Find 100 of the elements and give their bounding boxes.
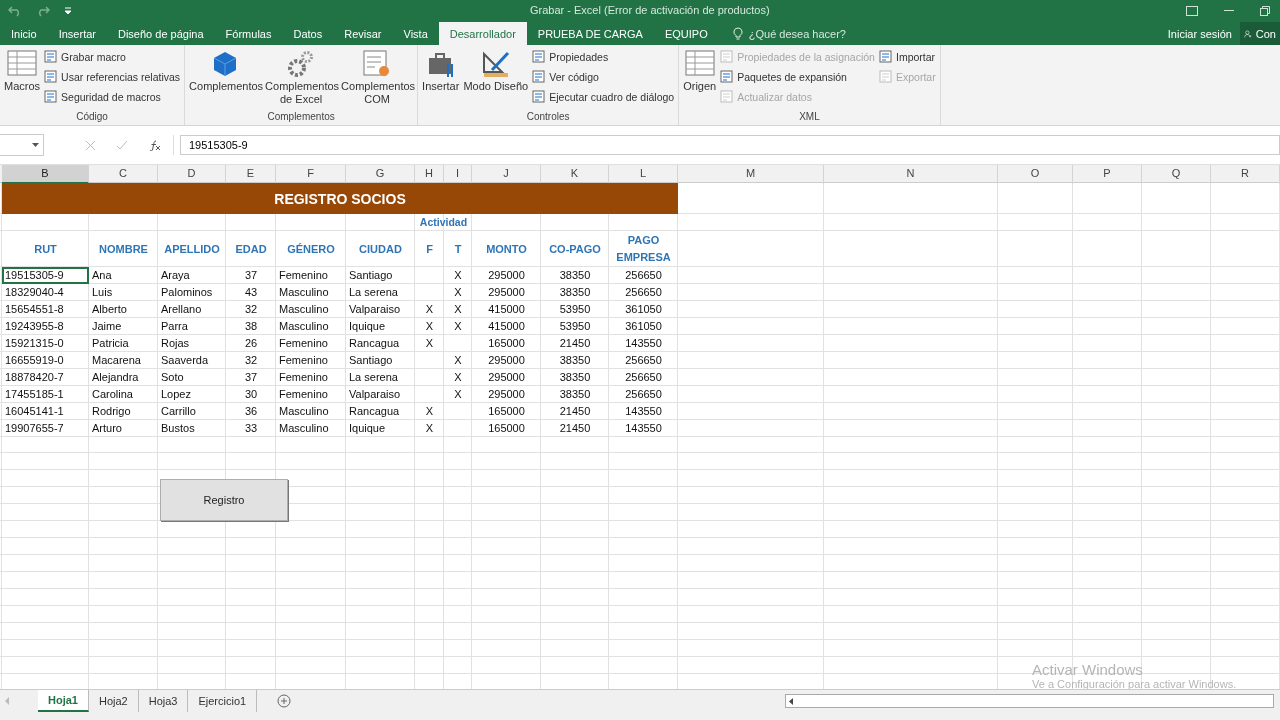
- table-cell-text: Saaverda: [160, 353, 210, 368]
- table-header: CO-PAGO: [548, 241, 602, 257]
- ribbon-tab[interactable]: Datos: [282, 22, 334, 45]
- table-cell-text: Masculino: [278, 319, 330, 334]
- table-cell-text: 165000: [487, 404, 526, 419]
- ribbon-tab[interactable]: EQUIPO: [653, 22, 719, 45]
- table-cell-text: Valparaiso: [348, 387, 402, 402]
- table-cell-text: 53950: [558, 319, 592, 334]
- activation-title: Activar Windows: [1032, 661, 1144, 678]
- table-cell-text: 143550: [624, 336, 663, 351]
- table-header: F: [425, 241, 434, 257]
- table-cell-text: 143550: [624, 404, 663, 419]
- ribbon-tab[interactable]: Revisar: [333, 22, 393, 45]
- table-cell-text: Iquique: [348, 319, 387, 334]
- table-cell-text: 361050: [624, 302, 663, 317]
- ribbon-button[interactable]: Insertar: [422, 48, 460, 111]
- table-cell-text: Santiago: [348, 268, 394, 283]
- ribbon-button[interactable]: Complementos COM: [341, 48, 414, 111]
- table-cell-text: 295000: [487, 370, 526, 385]
- table-cell-text: Macarena: [91, 353, 142, 368]
- customize-icon[interactable]: [64, 7, 72, 15]
- table-cell-text: La serena: [348, 285, 399, 300]
- table-header: Actividad: [418, 215, 469, 230]
- table-cell-text: 38: [243, 319, 259, 334]
- table-cell-text: Araya: [160, 268, 191, 283]
- table-cell-text: Bustos: [160, 421, 196, 436]
- table-cell-text: Alejandra: [91, 370, 140, 385]
- enter-icon[interactable]: [117, 140, 127, 150]
- undo-icon[interactable]: [8, 5, 22, 17]
- ribbon-button[interactable]: Complementos: [189, 48, 262, 111]
- table-cell-text: Masculino: [278, 404, 330, 419]
- table-cell-text: X: [424, 302, 435, 317]
- table-cell-text: Masculino: [278, 421, 330, 436]
- search-field[interactable]: ¿Qué desea hacer?: [732, 22, 861, 45]
- table-cell-text: 295000: [487, 353, 526, 368]
- table-cell-text: Parra: [160, 319, 189, 334]
- sheet-tab[interactable]: Hoja1: [38, 690, 89, 712]
- share-button[interactable]: Con: [1240, 22, 1280, 45]
- restore-icon[interactable]: [1260, 6, 1270, 16]
- ribbon-tab[interactable]: Desarrollador: [438, 22, 527, 45]
- ribbon-tab[interactable]: Insertar: [47, 22, 107, 45]
- ribbon-tab[interactable]: Inicio: [0, 22, 48, 45]
- ribbon-display-icon[interactable]: [1186, 6, 1198, 16]
- table-cell-text: 21450: [558, 404, 592, 419]
- table-cell-text: 18878420-7: [4, 370, 65, 385]
- table-cell-text: La serena: [348, 370, 399, 385]
- table-cell-text: Carrillo: [160, 404, 197, 419]
- redo-icon[interactable]: [36, 5, 50, 17]
- table-cell-text: Patricia: [91, 336, 130, 351]
- document-icon: [532, 70, 546, 83]
- cancel-icon[interactable]: [86, 140, 95, 150]
- ribbon-tab[interactable]: Fórmulas: [214, 22, 283, 45]
- ribbon-button[interactable]: Complementos de Excel: [265, 48, 338, 111]
- table-icon: [684, 50, 715, 78]
- table-cell-text: Carolina: [91, 387, 134, 402]
- table-cell-text: 38350: [558, 285, 592, 300]
- ribbon-button[interactable]: Ver código: [532, 68, 675, 85]
- table-cell-text: 33: [243, 421, 259, 436]
- table-cell-text: Soto: [160, 370, 185, 385]
- ribbon-button[interactable]: Propiedades: [532, 48, 675, 65]
- formula-field[interactable]: 19515305-9: [180, 135, 1280, 155]
- checklist-icon: [363, 50, 392, 78]
- table-cell: 19515305-9: [2, 267, 89, 284]
- form-button[interactable]: Registro: [160, 479, 288, 521]
- scroll-left-icon[interactable]: [789, 697, 794, 705]
- ribbon-button[interactable]: Modo Diseño: [463, 48, 529, 111]
- document-icon: [720, 90, 734, 103]
- add-sheet-icon[interactable]: [277, 694, 292, 708]
- table-header: RUT: [33, 241, 58, 257]
- table-cell-text: 18329040-4: [4, 285, 65, 300]
- ribbon-button[interactable]: Macros: [4, 48, 41, 111]
- table-cell-text: Rodrigo: [91, 404, 132, 419]
- ribbon-button[interactable]: Origen: [683, 48, 717, 111]
- ribbon-button[interactable]: Seguridad de macros: [44, 88, 181, 105]
- table-cell-text: Masculino: [278, 302, 330, 317]
- table-header: GÉNERO: [286, 241, 336, 257]
- table-cell-text: X: [453, 302, 463, 317]
- ribbon-button[interactable]: Ejecutar cuadro de diálogo: [532, 88, 675, 105]
- table-cell-text: 38350: [558, 353, 592, 368]
- group-label: XML: [798, 111, 821, 124]
- ribbon-tab[interactable]: Diseño de página: [107, 22, 215, 45]
- ribbon-button[interactable]: Importar: [878, 48, 936, 65]
- ribbon-tab[interactable]: PRUEBA DE CARGA: [526, 22, 654, 45]
- ribbon-button[interactable]: Paquetes de expansión: [720, 68, 875, 85]
- table-cell-text: Lopez: [160, 387, 192, 402]
- sign-in-link[interactable]: Iniciar sesión: [1159, 22, 1240, 45]
- group-label: Controles: [525, 111, 571, 124]
- horizontal-scrollbar[interactable]: [785, 694, 1274, 708]
- ribbon-button[interactable]: Grabar macro: [44, 48, 181, 65]
- table-cell-text: X: [453, 387, 463, 402]
- minimize-icon[interactable]: [1224, 10, 1234, 12]
- gear-icon: [287, 50, 316, 78]
- ribbon-button[interactable]: Usar referencias relativas: [44, 68, 181, 85]
- ribbon-tab[interactable]: Vista: [392, 22, 439, 45]
- table-cell-text: Arellano: [160, 302, 203, 317]
- table-cell-text: 256650: [624, 353, 663, 368]
- table-header: T: [453, 241, 463, 257]
- function-icon[interactable]: [149, 139, 161, 151]
- document-icon: [44, 70, 58, 83]
- table-cell-text: 16045141-1: [4, 404, 65, 419]
